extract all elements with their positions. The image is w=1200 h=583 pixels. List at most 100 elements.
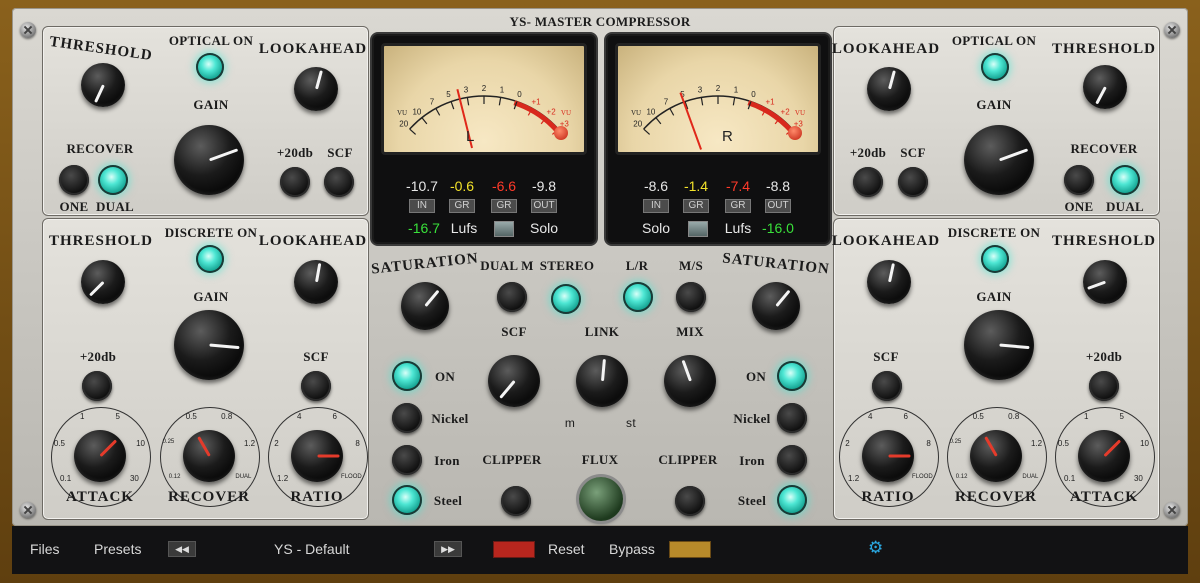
link-label: LINK bbox=[584, 324, 620, 339]
solo-label: Solo bbox=[529, 220, 559, 236]
presets-menu[interactable]: Presets bbox=[94, 541, 141, 557]
gain-label: GAIN bbox=[976, 97, 1012, 112]
threshold-knob[interactable] bbox=[1073, 250, 1137, 314]
knob-pointer bbox=[196, 436, 211, 457]
left-nickel-button[interactable] bbox=[392, 403, 422, 433]
knob-pointer bbox=[1094, 86, 1107, 105]
recover-dual-led[interactable] bbox=[98, 165, 128, 195]
recover-label: RECOVER bbox=[167, 489, 251, 505]
gain-knob[interactable] bbox=[160, 111, 258, 209]
plus20db-button[interactable] bbox=[853, 167, 883, 197]
dial-scale-label: DUAL bbox=[1022, 474, 1039, 481]
scf-button[interactable] bbox=[301, 371, 331, 401]
bypass-button[interactable]: Bypass bbox=[609, 541, 655, 557]
link-knob[interactable] bbox=[566, 345, 638, 417]
attack-knob[interactable] bbox=[64, 420, 136, 492]
lookahead-knob[interactable] bbox=[284, 250, 348, 314]
discrete-on-label: DISCRETE ON bbox=[947, 225, 1041, 240]
stereo-led[interactable] bbox=[551, 284, 581, 314]
right-nickel-button[interactable] bbox=[777, 403, 807, 433]
iron-label: Iron bbox=[434, 453, 460, 468]
optical-on-led[interactable] bbox=[196, 53, 224, 81]
output-readout: -8.8 bbox=[765, 178, 791, 194]
threshold-knob[interactable] bbox=[1073, 55, 1137, 119]
optical-on-label: OPTICAL ON bbox=[168, 33, 254, 48]
ratio-knob[interactable] bbox=[281, 420, 353, 492]
right-iron-button[interactable] bbox=[777, 445, 807, 475]
dual-m-button[interactable] bbox=[497, 282, 527, 312]
rewind-icon[interactable]: ◀◀ bbox=[168, 541, 196, 557]
knob-pointer bbox=[208, 148, 238, 162]
flux-button[interactable] bbox=[579, 477, 623, 521]
solo-label: Solo bbox=[641, 220, 671, 236]
reset-button[interactable]: Reset bbox=[548, 541, 585, 557]
gear-icon[interactable]: ⚙ bbox=[868, 539, 884, 556]
threshold-label: THRESHOLD bbox=[1051, 233, 1157, 249]
recover-knob[interactable] bbox=[173, 420, 245, 492]
knob-pointer bbox=[498, 380, 516, 399]
lr-led[interactable] bbox=[623, 282, 653, 312]
scf-button[interactable] bbox=[898, 167, 928, 197]
plus20db-button[interactable] bbox=[82, 371, 112, 401]
knob-pointer bbox=[1086, 280, 1106, 290]
output-readout: -9.8 bbox=[531, 178, 557, 194]
saturation-knob[interactable] bbox=[391, 272, 459, 340]
knob-pointer bbox=[600, 358, 606, 382]
recover-one-button[interactable] bbox=[59, 165, 89, 195]
ms-button[interactable] bbox=[676, 282, 706, 312]
threshold-knob[interactable] bbox=[71, 53, 135, 117]
dial-scale-label: 0.5 bbox=[972, 411, 984, 421]
in-tag: IN bbox=[409, 199, 435, 213]
knob-pointer bbox=[314, 263, 321, 283]
bypass-indicator[interactable] bbox=[669, 541, 711, 558]
dial-scale-label: 8 bbox=[355, 439, 360, 449]
vu-tick-label: 5 bbox=[446, 90, 451, 99]
reset-indicator[interactable] bbox=[493, 541, 535, 558]
right-clipper-button[interactable] bbox=[675, 486, 705, 516]
knob-pointer bbox=[93, 84, 105, 103]
discrete-on-led[interactable] bbox=[981, 245, 1009, 273]
gain-knob[interactable] bbox=[950, 296, 1048, 394]
threshold-knob[interactable] bbox=[71, 250, 135, 314]
plus20db-button[interactable] bbox=[280, 167, 310, 197]
saturation-knob[interactable] bbox=[742, 272, 810, 340]
preset-name[interactable]: YS - Default bbox=[274, 541, 349, 557]
attack-knob[interactable] bbox=[1068, 420, 1140, 492]
steel-label: Steel bbox=[737, 493, 767, 508]
knob-pointer bbox=[887, 70, 896, 90]
lookahead-knob[interactable] bbox=[857, 250, 921, 314]
channel-label: R bbox=[722, 128, 733, 145]
left-clipper-button[interactable] bbox=[501, 486, 531, 516]
ratio-knob[interactable] bbox=[852, 420, 924, 492]
plus20db-button[interactable] bbox=[1089, 371, 1119, 401]
recover-one-button[interactable] bbox=[1064, 165, 1094, 195]
scf-button[interactable] bbox=[324, 167, 354, 197]
left-steel-led[interactable] bbox=[392, 485, 422, 515]
recover-dual-led[interactable] bbox=[1110, 165, 1140, 195]
peak-led bbox=[554, 126, 568, 140]
vu-tick bbox=[450, 101, 455, 110]
vu-label: VU bbox=[795, 109, 805, 117]
gain-knob[interactable] bbox=[160, 296, 258, 394]
input-readout: -10.7 bbox=[406, 178, 438, 194]
right-steel-led[interactable] bbox=[777, 485, 807, 515]
fast-forward-icon[interactable]: ▶▶ bbox=[434, 541, 462, 557]
solo-toggle[interactable] bbox=[494, 221, 514, 237]
center-scf-knob[interactable] bbox=[478, 345, 550, 417]
scf-button[interactable] bbox=[872, 371, 902, 401]
optical-on-led[interactable] bbox=[981, 53, 1009, 81]
mix-knob[interactable] bbox=[654, 345, 726, 417]
left-iron-button[interactable] bbox=[392, 445, 422, 475]
solo-toggle[interactable] bbox=[688, 221, 708, 237]
files-menu[interactable]: Files bbox=[30, 541, 60, 557]
lookahead-label: LOOKAHEAD bbox=[831, 41, 941, 57]
recover-knob[interactable] bbox=[960, 420, 1032, 492]
screw-icon bbox=[1164, 502, 1180, 518]
gain-knob[interactable] bbox=[950, 111, 1048, 209]
lookahead-knob[interactable] bbox=[857, 57, 921, 121]
right-saturation-on-led[interactable] bbox=[777, 361, 807, 391]
vu-tick bbox=[655, 117, 662, 125]
discrete-on-led[interactable] bbox=[196, 245, 224, 273]
lookahead-knob[interactable] bbox=[284, 57, 348, 121]
left-saturation-on-led[interactable] bbox=[392, 361, 422, 391]
